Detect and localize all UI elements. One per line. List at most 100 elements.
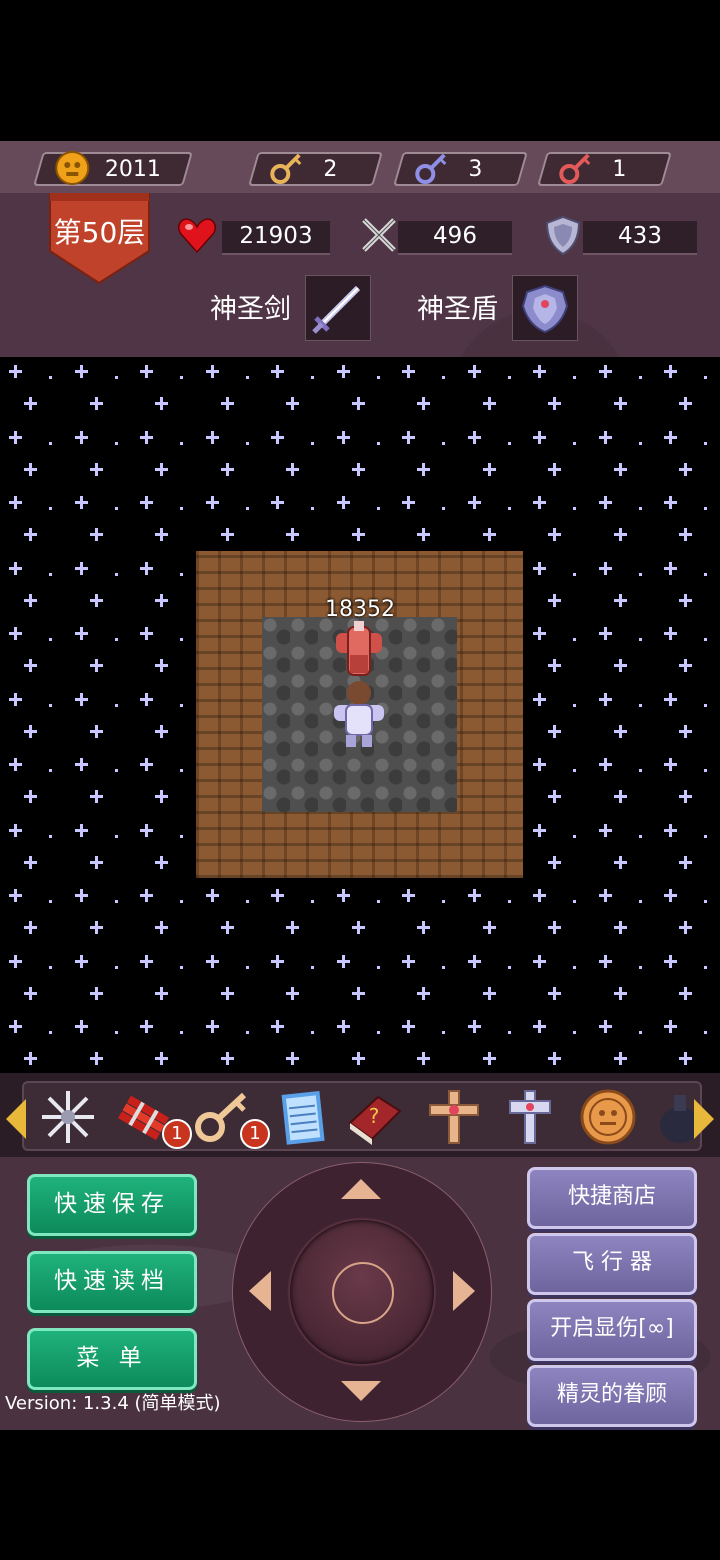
star-sparkle xyxy=(9,496,22,509)
monster-book-icon[interactable]: ? xyxy=(344,1087,404,1147)
gold-counter: 2011 xyxy=(33,151,193,186)
star-sparkle xyxy=(89,593,103,607)
dpad-up-arrow[interactable] xyxy=(341,1179,381,1199)
star-dot xyxy=(638,572,642,576)
star-sparkle xyxy=(74,627,88,640)
star-sparkle xyxy=(286,986,299,1000)
star-sparkle xyxy=(24,724,37,738)
star-sparkle xyxy=(89,790,103,803)
star-sparkle xyxy=(664,954,677,968)
star-dot xyxy=(573,441,576,445)
star-sparkle xyxy=(679,724,692,738)
quick-shop-button[interactable]: 快捷商店 xyxy=(527,1167,697,1229)
star-dot xyxy=(573,965,576,969)
star-sparkle xyxy=(613,724,627,738)
weapon-slot[interactable] xyxy=(305,275,371,341)
flyer-button[interactable]: 飞 行 器 xyxy=(527,1233,697,1295)
star-sparkle xyxy=(155,724,168,738)
star-sparkle xyxy=(140,430,153,444)
star-sparkle xyxy=(140,823,153,837)
toolbar-left-arrow[interactable] xyxy=(6,1099,26,1139)
show-damage-button[interactable]: 开启显伤[∞] xyxy=(527,1299,697,1361)
star-dot xyxy=(507,507,511,510)
item-strip: ? 1 1 xyxy=(22,1081,702,1151)
star-sparkle xyxy=(24,986,37,1000)
quick-load-button[interactable]: 快速读档 xyxy=(27,1251,197,1313)
notepad-icon[interactable] xyxy=(272,1087,332,1147)
star-dot xyxy=(114,441,118,445)
star-sparkle xyxy=(613,921,627,934)
star-sparkle xyxy=(613,593,627,607)
star-dot xyxy=(573,834,576,838)
star-sparkle xyxy=(351,1052,365,1065)
star-sparkle xyxy=(548,921,561,934)
menu-button[interactable]: 菜 单 xyxy=(27,1328,197,1390)
star-sparkle xyxy=(336,430,350,444)
star-sparkle xyxy=(155,462,168,476)
star-sparkle xyxy=(598,561,612,575)
star-sparkle xyxy=(417,1052,430,1065)
coin-face-icon[interactable] xyxy=(578,1087,638,1147)
star-dot xyxy=(376,441,380,445)
star-dot xyxy=(573,572,576,576)
star-sparkle xyxy=(24,593,37,607)
star-sparkle xyxy=(598,889,612,902)
star-sparkle xyxy=(533,954,546,968)
star-dot xyxy=(114,834,118,838)
defense-value: 433 xyxy=(618,223,662,249)
star-sparkle xyxy=(598,954,612,968)
star-sparkle xyxy=(533,889,546,902)
star-sparkle xyxy=(74,758,88,771)
star-dot xyxy=(704,638,707,641)
star-dot xyxy=(573,703,576,707)
star-sparkle xyxy=(679,986,692,1000)
quick-save-button[interactable]: 快速保存 xyxy=(27,1174,197,1236)
star-sparkle xyxy=(351,462,365,476)
star-sparkle xyxy=(9,365,22,378)
star-dot xyxy=(704,703,707,707)
star-sparkle xyxy=(613,790,627,803)
star-dot xyxy=(507,900,511,903)
star-sparkle xyxy=(533,627,546,640)
holy-cross-icon[interactable] xyxy=(424,1087,484,1147)
star-dot xyxy=(704,507,707,510)
star-sparkle xyxy=(271,430,284,444)
star-sparkle xyxy=(417,986,430,1000)
star-sparkle xyxy=(24,462,37,476)
star-sparkle xyxy=(613,659,627,672)
yellow-key-counter: 2 xyxy=(248,152,383,186)
floor-label: 第50层 xyxy=(53,216,146,249)
star-sparkle xyxy=(548,593,561,607)
dpad-right-arrow[interactable] xyxy=(453,1271,475,1311)
star-sparkle xyxy=(9,627,22,640)
star-sparkle xyxy=(613,855,627,869)
dpad-inner-ring xyxy=(290,1220,434,1364)
star-sparkle xyxy=(679,921,692,934)
red-knight-monster-icon[interactable] xyxy=(326,619,392,685)
spirit-blessing-button[interactable]: 精灵的眷顾 xyxy=(527,1365,697,1427)
dpad-down-arrow[interactable] xyxy=(341,1381,381,1401)
holy-cross-silver-icon[interactable] xyxy=(500,1087,560,1147)
star-sparkle xyxy=(664,692,677,706)
star-sparkle xyxy=(482,528,496,541)
dpad-center-button[interactable] xyxy=(332,1262,394,1324)
star-sparkle xyxy=(220,462,234,476)
dpad-left-arrow[interactable] xyxy=(249,1271,271,1311)
gold-value: 2011 xyxy=(104,157,161,182)
toolbar-right-arrow[interactable] xyxy=(694,1099,714,1139)
star-sparkle xyxy=(24,397,37,410)
star-dot xyxy=(311,965,314,969)
star-sparkle xyxy=(548,462,561,476)
star-sparkle xyxy=(613,986,627,1000)
star-dot xyxy=(573,376,576,379)
star-sparkle xyxy=(74,823,88,837)
star-sparkle xyxy=(548,724,561,738)
snowflake-crystal-icon[interactable] xyxy=(38,1087,98,1147)
star-sparkle xyxy=(402,496,415,509)
dpad-controller[interactable] xyxy=(232,1162,492,1422)
star-sparkle xyxy=(74,496,88,509)
game-map[interactable]: 18352 xyxy=(0,357,720,1073)
star-sparkle xyxy=(664,430,677,444)
star-sparkle xyxy=(9,561,22,575)
shield-slot[interactable] xyxy=(512,275,578,341)
